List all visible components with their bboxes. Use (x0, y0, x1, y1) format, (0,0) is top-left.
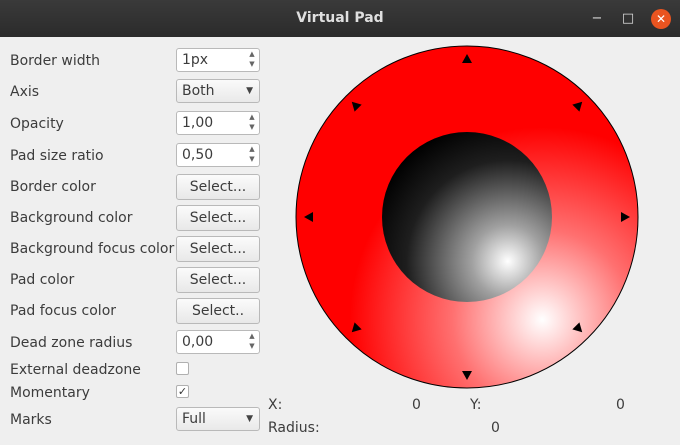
radius-label: Radius: (268, 420, 320, 436)
pad-knob[interactable] (382, 132, 552, 302)
virtual-pad[interactable] (0, 0, 680, 445)
x-label: X: (268, 397, 283, 413)
x-value: 0 (412, 397, 421, 413)
radius-value: 0 (491, 420, 500, 436)
y-label: Y: (470, 397, 482, 413)
y-value: 0 (616, 397, 625, 413)
